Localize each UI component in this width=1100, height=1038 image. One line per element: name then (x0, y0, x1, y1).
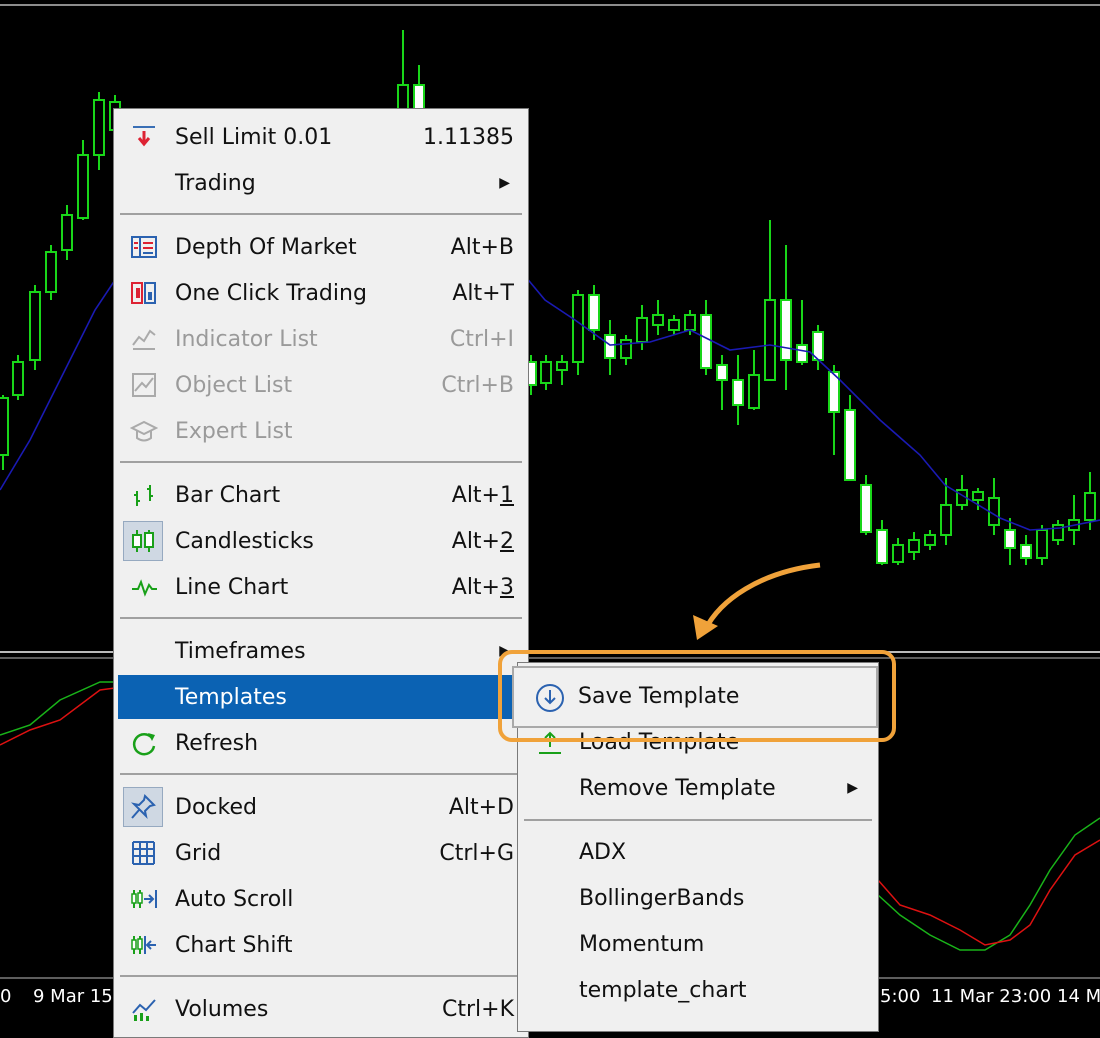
candle-body (620, 339, 632, 359)
template-item-template-chart[interactable]: template_chart (524, 969, 872, 1013)
candle-body (972, 491, 984, 501)
candle-body (716, 364, 728, 381)
menu-item-expert-list[interactable]: Expert List (118, 409, 524, 453)
callout-arrow (702, 562, 821, 632)
chart-context-menu: Sell Limit 0.01 1.11385 Trading ▶ Depth … (113, 108, 529, 1038)
sell-limit-icon (130, 123, 158, 151)
candle-body (908, 539, 920, 553)
object-list-icon (130, 371, 158, 399)
indicator-line-green (0, 681, 115, 736)
indicator-line-red-right (877, 839, 1100, 946)
candle-body (892, 544, 904, 563)
menu-item-indicator-list[interactable]: Indicator List Ctrl+I (118, 317, 524, 361)
chart-shift-icon (130, 931, 158, 959)
refresh-icon (130, 729, 158, 757)
template-item-momentum[interactable]: Momentum (524, 923, 872, 967)
menu-separator (120, 975, 522, 977)
candle-body (604, 334, 616, 359)
candle-body (29, 291, 41, 361)
template-item-bollingerbands[interactable]: BollingerBands (524, 877, 872, 921)
candle-body (12, 361, 24, 396)
menu-item-line-chart[interactable]: Line Chart Alt+3 (118, 565, 524, 609)
menu-item-auto-scroll[interactable]: Auto Scroll (118, 877, 524, 921)
save-template-label: Save Template (578, 684, 740, 709)
candle-body (732, 379, 744, 406)
candle-body (1036, 529, 1048, 559)
menu-item-depth-of-market[interactable]: Depth Of Market Alt+B (118, 225, 524, 269)
candle-body (876, 529, 888, 564)
menu-item-refresh[interactable]: Refresh (118, 721, 524, 765)
candle-body (540, 361, 552, 384)
candle-body (924, 534, 936, 546)
menu-item-grid[interactable]: Grid Ctrl+G (118, 831, 524, 875)
candle-body (636, 317, 648, 343)
candle-body (780, 299, 792, 361)
depth-of-market-icon (130, 233, 158, 261)
menu-item-trading[interactable]: Trading ▶ (118, 161, 524, 205)
menu-item-volumes[interactable]: Volumes Ctrl+K (118, 987, 524, 1031)
auto-scroll-icon (130, 885, 158, 913)
one-click-trading-icon (130, 279, 158, 307)
volumes-icon (130, 995, 158, 1023)
candle-body (700, 314, 712, 369)
candle-body (77, 154, 89, 219)
time-label: 5:00 (880, 986, 921, 1007)
candle-body (652, 314, 664, 326)
candle-body (1004, 529, 1016, 549)
time-label: 14 M (1057, 986, 1100, 1007)
submenu-item-save-template[interactable]: Save Template (512, 666, 878, 728)
menu-separator (524, 819, 872, 821)
menu-item-templates[interactable]: Templates (118, 675, 524, 719)
menu-item-candlesticks[interactable]: Candlesticks Alt+2 (118, 519, 524, 563)
pin-icon (123, 787, 163, 827)
menu-separator (120, 617, 522, 619)
menu-separator (120, 773, 522, 775)
save-template-icon (534, 682, 566, 714)
candle-body (1020, 544, 1032, 559)
candle-body (588, 294, 600, 331)
bar-chart-icon (130, 481, 158, 509)
candle-body (61, 214, 73, 251)
menu-item-one-click-trading[interactable]: One Click Trading Alt+T (118, 271, 524, 315)
submenu-arrow-icon: ▶ (499, 175, 510, 191)
time-label: 0 (0, 986, 12, 1007)
menu-item-docked[interactable]: Docked Alt+D (118, 785, 524, 829)
candle-body (748, 374, 760, 409)
menu-item-object-list[interactable]: Object List Ctrl+B (118, 363, 524, 407)
menu-item-sell-limit[interactable]: Sell Limit 0.01 1.11385 (118, 115, 524, 159)
time-label: 11 Mar 23:00 (931, 986, 1052, 1007)
candle-body (668, 319, 680, 331)
line-chart-icon (130, 573, 158, 601)
submenu-arrow-icon: ▶ (847, 780, 858, 796)
submenu-item-remove-template[interactable]: Remove Template ▶ (524, 767, 872, 811)
candle-body (684, 314, 696, 331)
candle-body (844, 409, 856, 481)
time-label: 9 Mar 15: (33, 986, 119, 1007)
indicator-line-green-right (877, 817, 1100, 951)
candle-body (796, 344, 808, 363)
menu-item-bar-chart[interactable]: Bar Chart Alt+1 (118, 473, 524, 517)
candle-body (1084, 492, 1096, 521)
candle-body (556, 361, 568, 371)
candlesticks-icon (123, 521, 163, 561)
grid-icon (130, 839, 158, 867)
menu-separator (120, 461, 522, 463)
candle-body (572, 294, 584, 363)
candle-body (764, 299, 776, 381)
candle-body (860, 484, 872, 533)
candle-body (45, 251, 57, 293)
indicator-line-red (0, 687, 116, 746)
indicator-list-icon (130, 325, 158, 353)
candle-body (93, 99, 105, 156)
template-item-adx[interactable]: ADX (524, 831, 872, 875)
candle-body (0, 397, 9, 456)
menu-separator (120, 213, 522, 215)
candle-body (413, 84, 425, 111)
expert-list-icon (130, 417, 158, 445)
menu-item-chart-shift[interactable]: Chart Shift (118, 923, 524, 967)
menu-item-timeframes[interactable]: Timeframes ▶ (118, 629, 524, 673)
candle-body (940, 504, 952, 536)
candle-body (397, 84, 409, 111)
